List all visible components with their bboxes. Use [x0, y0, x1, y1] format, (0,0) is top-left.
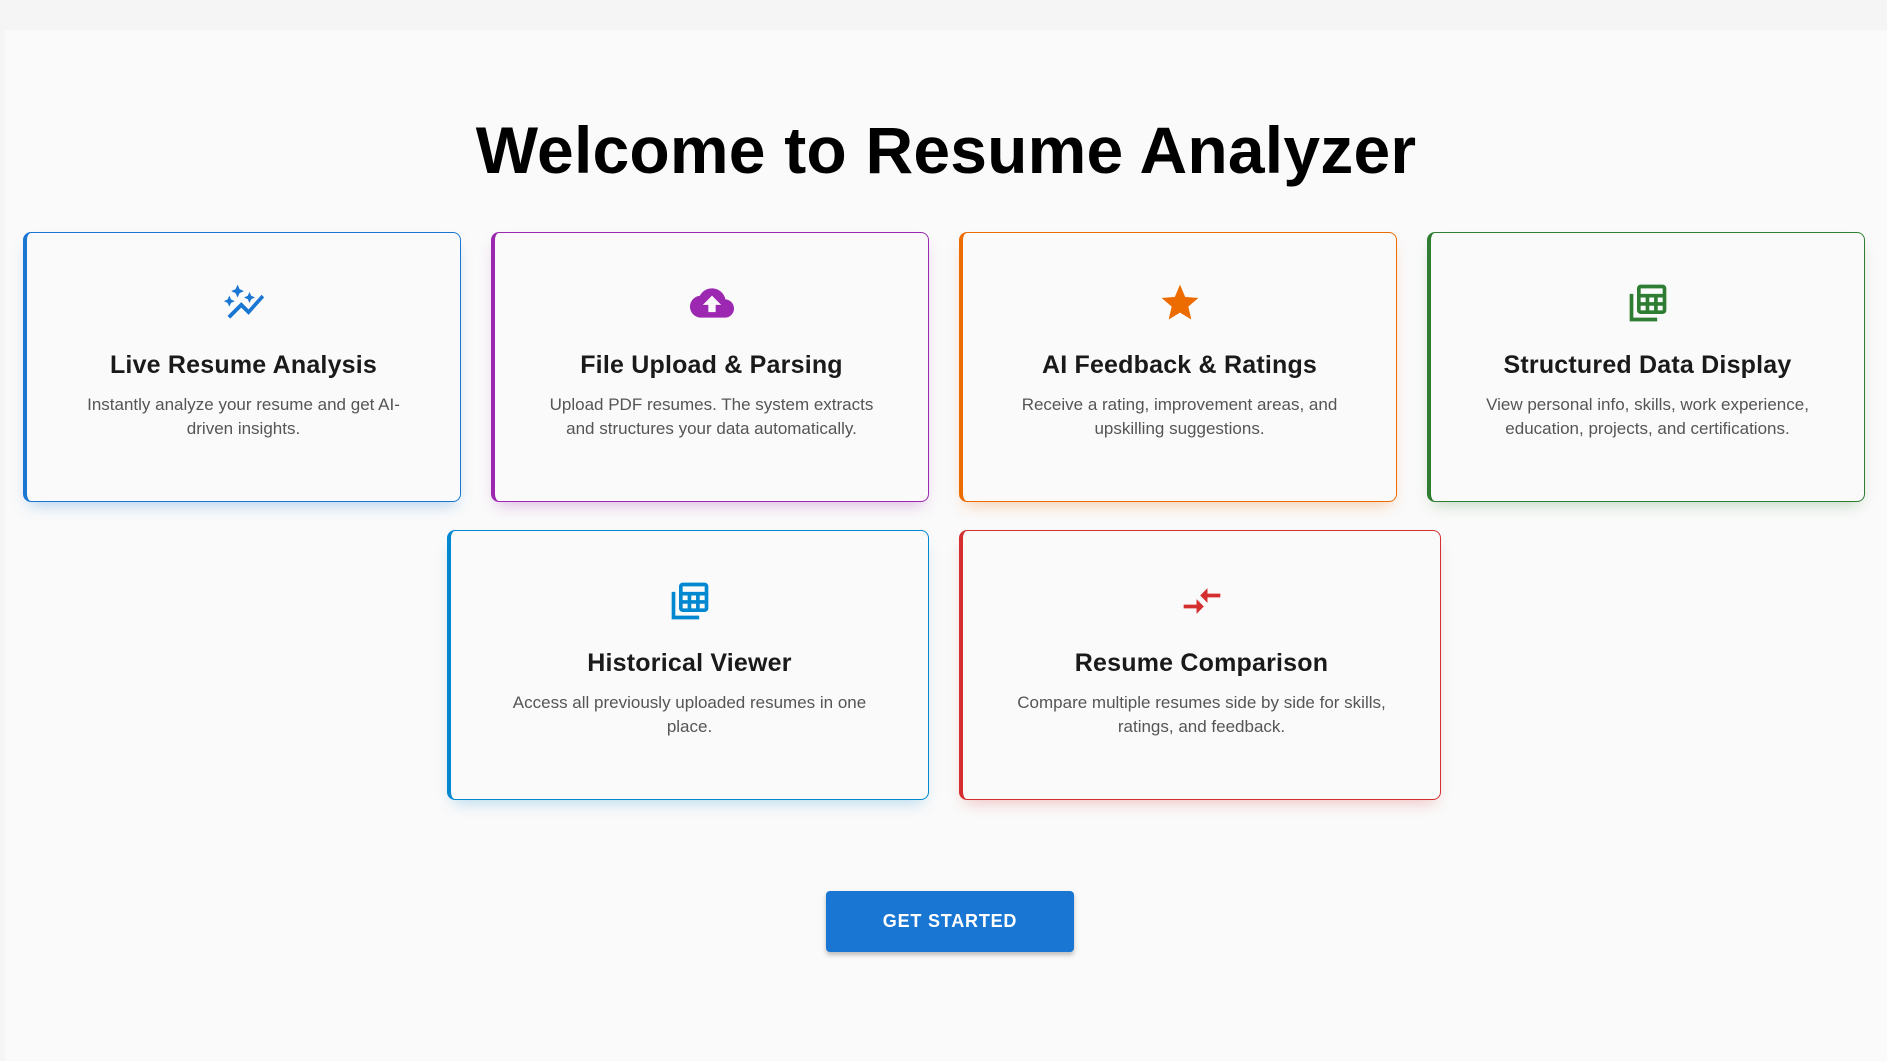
feature-card-title: Resume Comparison — [1074, 649, 1329, 677]
history-table-icon — [451, 581, 928, 621]
feature-card-resume-comparison: Resume Comparison Compare multiple resum… — [959, 530, 1441, 800]
landing-page: Welcome to Resume Analyzer Live Resume A… — [5, 30, 1887, 1061]
feature-card-description: Instantly analyze your resume and get AI… — [87, 395, 400, 438]
star-icon — [963, 283, 1396, 323]
feature-card-description: Compare multiple resumes side by side fo… — [1017, 693, 1386, 736]
feature-card-description: Receive a rating, improvement areas, and… — [1021, 395, 1338, 438]
auto-graph-icon — [27, 283, 460, 323]
feature-card-title: Historical Viewer — [587, 649, 792, 677]
feature-card-structured-data: Structured Data Display View personal in… — [1427, 232, 1865, 502]
feature-card-title: File Upload & Parsing — [580, 351, 843, 379]
feature-card-file-upload: File Upload & Parsing Upload PDF resumes… — [491, 232, 929, 502]
cloud-upload-icon — [495, 283, 928, 323]
feature-card-title: AI Feedback & Ratings — [1041, 351, 1318, 379]
feature-card-title: Structured Data Display — [1503, 351, 1792, 379]
get-started-button[interactable]: GET STARTED — [826, 891, 1074, 952]
feature-card-description: Access all previously uploaded resumes i… — [512, 693, 867, 736]
table-stack-icon — [1431, 283, 1864, 323]
feature-card-historical-viewer: Historical Viewer Access all previously … — [447, 530, 929, 800]
feature-card-ai-feedback: AI Feedback & Ratings Receive a rating, … — [959, 232, 1397, 502]
compare-arrows-icon — [963, 581, 1440, 621]
feature-card-description: Upload PDF resumes. The system extracts … — [549, 395, 874, 438]
feature-card-description: View personal info, skills, work experie… — [1486, 395, 1809, 438]
page-title: Welcome to Resume Analyzer — [475, 113, 1417, 187]
feature-card-live-analysis: Live Resume Analysis Instantly analyze y… — [23, 232, 461, 502]
feature-card-title: Live Resume Analysis — [109, 351, 378, 379]
